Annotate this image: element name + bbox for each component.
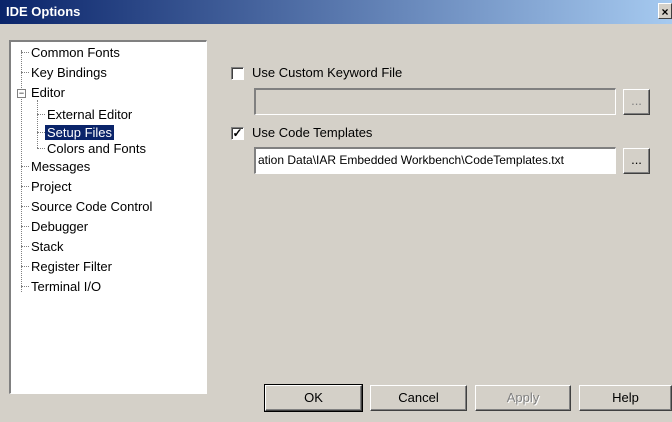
options-tree[interactable]: − Common Fonts Key Bindings Editor Exter… [9,40,207,394]
collapse-icon[interactable]: − [17,89,26,98]
tree-item-setup-files[interactable]: Setup Files [45,124,115,141]
tree-connector [21,186,29,187]
tree-connector [37,100,38,148]
tree-item-editor[interactable]: Editor [29,84,67,101]
code-templates-path-field[interactable]: ation Data\IAR Embedded Workbench\CodeTe… [254,147,616,174]
tree-item-common-fonts[interactable]: Common Fonts [29,44,122,61]
tree-connector [37,132,45,133]
tree-item-stack[interactable]: Stack [29,238,66,255]
window-title: IDE Options [6,4,81,19]
tree-connector [21,72,29,73]
tree-item-external-editor[interactable]: External Editor [45,106,134,123]
tree-connector [21,50,22,292]
ok-button[interactable]: OK [264,384,363,412]
tree-connector [21,206,29,207]
tree-connector [37,114,45,115]
close-icon: × [661,5,669,19]
tree-connector [21,266,29,267]
help-button[interactable]: Help [579,385,672,411]
use-custom-keyword-checkbox[interactable] [231,67,244,80]
tree-item-project[interactable]: Project [29,178,73,195]
tree-connector [21,286,29,287]
cancel-button[interactable]: Cancel [370,385,467,411]
code-templates-browse-button[interactable]: ... [623,148,650,174]
tree-item-messages[interactable]: Messages [29,158,92,175]
tree-item-debugger[interactable]: Debugger [29,218,90,235]
tree-connector [21,166,29,167]
custom-keyword-browse-button[interactable]: ... [623,89,650,115]
tree-item-colors-and-fonts[interactable]: Colors and Fonts [45,140,148,157]
tree-connector [21,246,29,247]
use-code-templates-label: Use Code Templates [252,125,373,140]
tree-connector [21,226,29,227]
tree-item-source-code-control[interactable]: Source Code Control [29,198,154,215]
tree-connector [21,52,29,53]
custom-keyword-path-field[interactable] [254,88,616,115]
apply-button[interactable]: Apply [475,385,571,411]
close-button[interactable]: × [658,3,672,19]
title-bar: IDE Options × [0,0,672,24]
tree-item-key-bindings[interactable]: Key Bindings [29,64,109,81]
checkmark-icon: ✓ [232,126,243,140]
tree-item-terminal-io[interactable]: Terminal I/O [29,278,103,295]
tree-item-register-filter[interactable]: Register Filter [29,258,114,275]
use-custom-keyword-label: Use Custom Keyword File [252,65,403,80]
tree-connector [37,148,45,149]
use-code-templates-checkbox[interactable]: ✓ [231,127,244,140]
